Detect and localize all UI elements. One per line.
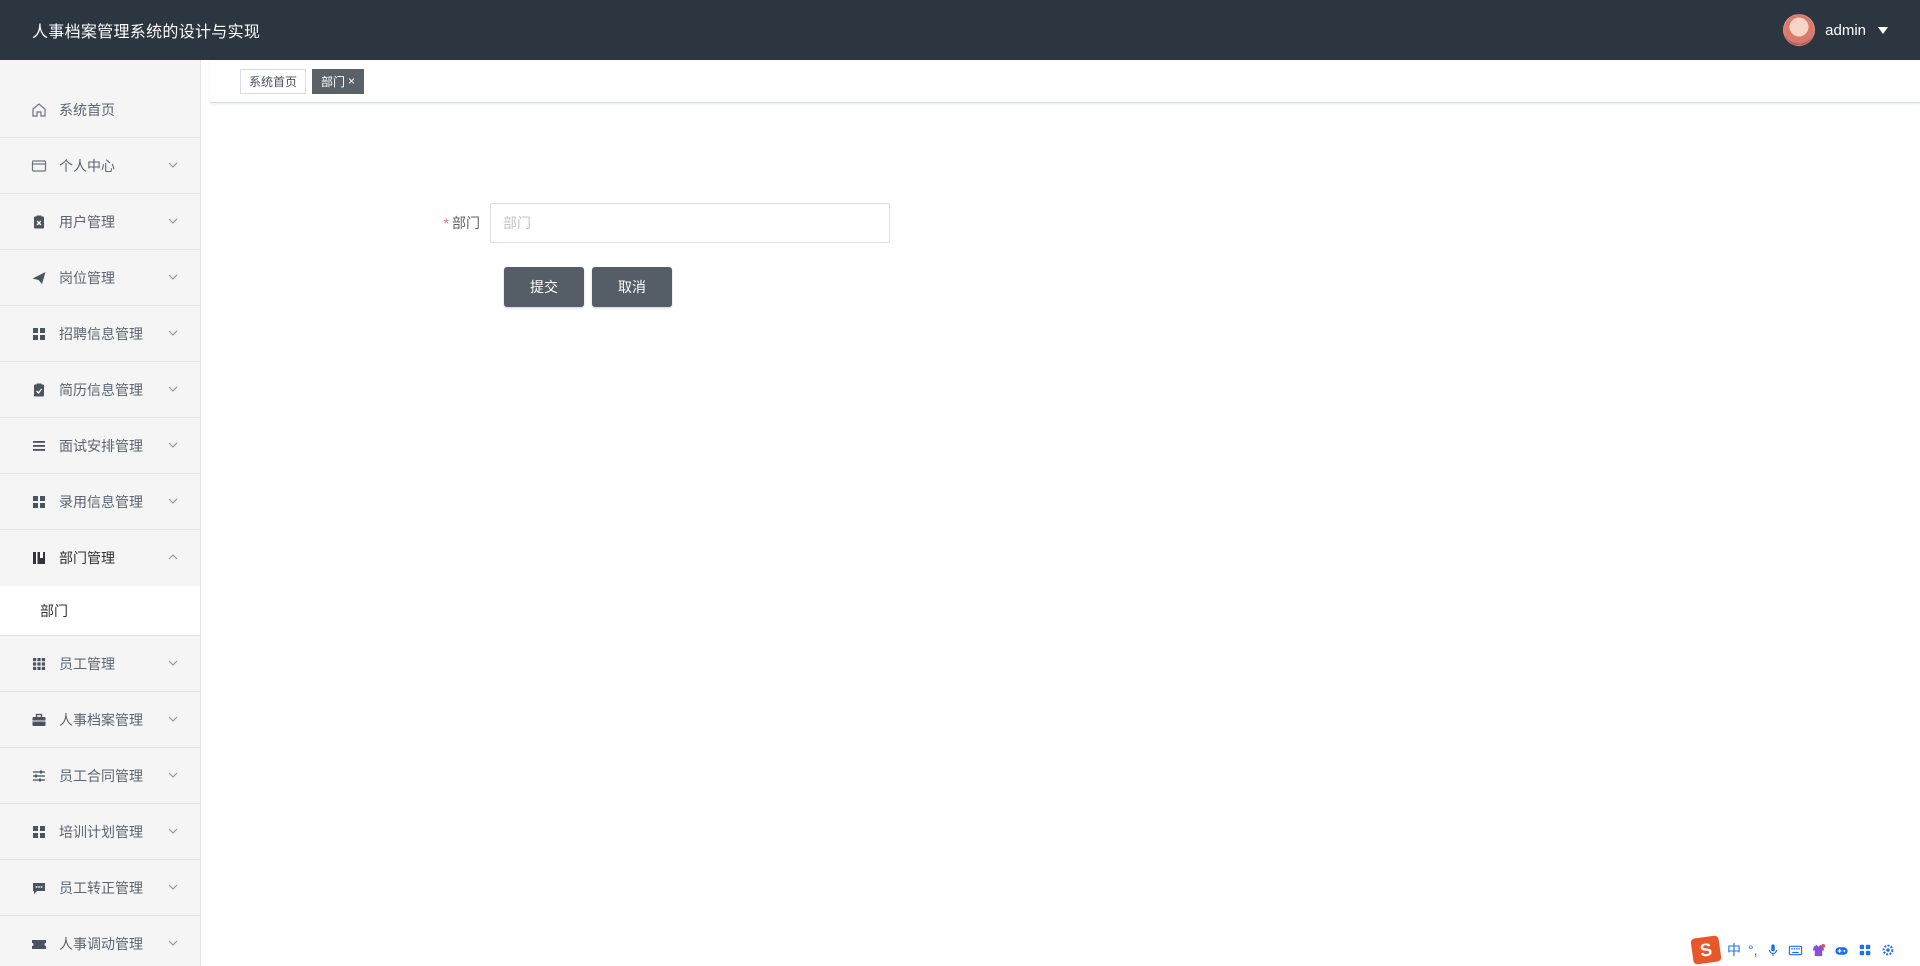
sidebar-item-home[interactable]: 系统首页 xyxy=(0,60,200,138)
clipboard-check-icon xyxy=(31,382,47,398)
sidebar-item-interview-management[interactable]: 面试安排管理 xyxy=(0,418,200,474)
top-header: 人事档案管理系统的设计与实现 admin xyxy=(0,0,1920,60)
submenu-item-department[interactable]: 部门 xyxy=(0,586,200,636)
briefcase-icon xyxy=(31,712,47,728)
chevron-down-icon xyxy=(168,940,178,946)
tab-home[interactable]: 系统首页 xyxy=(240,68,307,94)
sidebar-item-label: 员工合同管理 xyxy=(59,767,143,784)
sidebar-item-label: 招聘信息管理 xyxy=(59,325,143,342)
sidebar-item-label: 系统首页 xyxy=(59,101,115,118)
sidebar-item-hr-archive-management[interactable]: 人事档案管理 xyxy=(0,692,200,748)
chevron-down-icon xyxy=(168,498,178,504)
sidebar-item-employee-management[interactable]: 员工管理 xyxy=(0,636,200,692)
sliders-icon xyxy=(31,768,47,784)
field-label-text: 部门 xyxy=(452,215,480,231)
department-field-label: * 部门 xyxy=(440,213,490,233)
keyboard-icon[interactable] xyxy=(1788,942,1804,958)
username[interactable]: admin xyxy=(1825,22,1866,39)
tab-label: 部门 xyxy=(321,74,346,89)
caret-down-icon[interactable] xyxy=(1878,26,1888,34)
grid-nine-icon xyxy=(31,656,47,672)
department-form-row: * 部门 xyxy=(440,203,890,243)
ime-toolbar: S 中 °, xyxy=(1690,935,1896,965)
sidebar-item-personal-center[interactable]: 个人中心 xyxy=(0,138,200,194)
sidebar-item-label: 用户管理 xyxy=(59,213,115,230)
sidebar-item-position-management[interactable]: 岗位管理 xyxy=(0,250,200,306)
submit-button[interactable]: 提交 xyxy=(504,267,584,307)
chevron-down-icon xyxy=(168,716,178,722)
sogou-logo-icon[interactable]: S xyxy=(1690,935,1722,965)
chat-icon xyxy=(31,880,47,896)
tags-view-bar: 系统首页 部门 × xyxy=(210,60,1920,103)
form-actions: 提交 取消 xyxy=(504,267,672,307)
sidebar: 系统首页 个人中心 用户管理 岗位管理 招聘信息管理 简历信息管理 面试安排管理… xyxy=(0,60,201,966)
ime-punct[interactable]: °, xyxy=(1748,942,1758,958)
chevron-down-icon xyxy=(168,442,178,448)
sidebar-item-label: 人事档案管理 xyxy=(59,711,143,728)
chevron-down-icon xyxy=(168,274,178,280)
app-title: 人事档案管理系统的设计与实现 xyxy=(32,24,261,41)
sidebar-item-label: 人事调动管理 xyxy=(59,935,143,952)
cancel-button[interactable]: 取消 xyxy=(592,267,672,307)
microphone-icon[interactable] xyxy=(1765,942,1781,958)
sidebar-item-recruitment-management[interactable]: 招聘信息管理 xyxy=(0,306,200,362)
sidebar-item-label: 员工管理 xyxy=(59,655,115,672)
sidebar-item-label: 员工转正管理 xyxy=(59,879,143,896)
skin-icon[interactable] xyxy=(1811,942,1827,958)
sidebar-item-label: 培训计划管理 xyxy=(59,823,143,840)
sidebar-item-label: 个人中心 xyxy=(59,157,115,174)
settings-icon[interactable] xyxy=(1880,942,1896,958)
sidebar-item-label: 面试安排管理 xyxy=(59,437,143,454)
sidebar-item-contract-management[interactable]: 员工合同管理 xyxy=(0,748,200,804)
sidebar-item-transfer-management[interactable]: 人事调动管理 xyxy=(0,916,200,966)
sidebar-item-label: 岗位管理 xyxy=(59,269,115,286)
chevron-down-icon xyxy=(168,884,178,890)
chevron-down-icon xyxy=(168,828,178,834)
sidebar-item-user-management[interactable]: 用户管理 xyxy=(0,194,200,250)
chevron-down-icon xyxy=(168,772,178,778)
ime-mode[interactable]: 中 xyxy=(1727,940,1741,960)
required-mark: * xyxy=(443,215,449,231)
sidebar-item-resume-management[interactable]: 简历信息管理 xyxy=(0,362,200,418)
chevron-down-icon xyxy=(168,162,178,168)
sidebar-item-label: 简历信息管理 xyxy=(59,381,143,398)
avatar[interactable] xyxy=(1783,14,1816,46)
chevron-down-icon xyxy=(168,218,178,224)
sidebar-item-training-management[interactable]: 培训计划管理 xyxy=(0,804,200,860)
chevron-down-icon xyxy=(168,660,178,666)
submenu-item-label: 部门 xyxy=(40,602,68,619)
sidebar-item-hiring-management[interactable]: 录用信息管理 xyxy=(0,474,200,530)
home-icon xyxy=(31,102,47,118)
ticket-icon xyxy=(31,936,47,952)
sidebar-item-probation-management[interactable]: 员工转正管理 xyxy=(0,860,200,916)
tab-department[interactable]: 部门 × xyxy=(312,68,365,94)
close-icon[interactable]: × xyxy=(348,74,355,88)
chevron-up-icon xyxy=(168,554,178,560)
grid-icon xyxy=(31,326,47,342)
book-icon xyxy=(31,550,47,566)
list-icon xyxy=(31,438,47,454)
wallet-icon xyxy=(31,158,47,174)
sidebar-item-department-management[interactable]: 部门管理 xyxy=(0,530,200,586)
apps-icon[interactable] xyxy=(1857,942,1873,958)
department-input[interactable] xyxy=(490,203,890,243)
send-icon xyxy=(31,270,47,286)
grid-icon xyxy=(31,824,47,840)
sidebar-item-label: 录用信息管理 xyxy=(59,493,143,510)
chevron-down-icon xyxy=(168,330,178,336)
tab-label: 系统首页 xyxy=(249,74,298,89)
chevron-down-icon xyxy=(168,386,178,392)
sidebar-item-label: 部门管理 xyxy=(59,550,115,566)
user-menu[interactable]: admin xyxy=(1783,14,1888,46)
grid-icon xyxy=(31,494,47,510)
clipboard-x-icon xyxy=(31,214,47,230)
gamepad-icon[interactable] xyxy=(1834,942,1850,958)
